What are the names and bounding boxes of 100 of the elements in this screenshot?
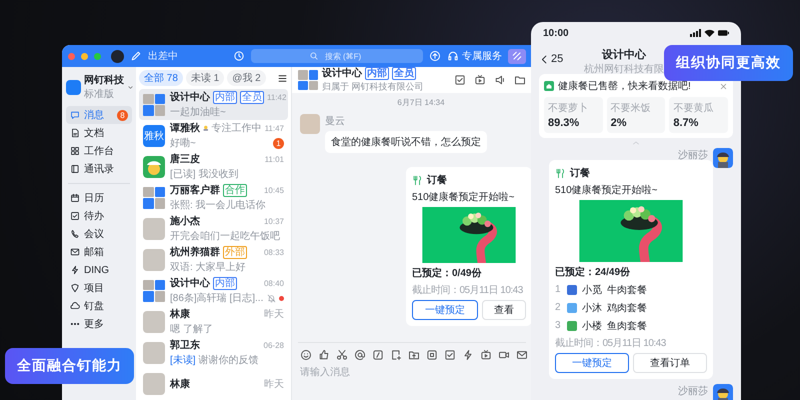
- chat-item[interactable]: 施小杰 10:37 开完会咱们一起吃午饭吧: [139, 213, 288, 244]
- chat-item[interactable]: 郭卫东 06-28 [未读] 谢谢你的反馈: [139, 337, 288, 368]
- signal-icon: [690, 29, 701, 37]
- nav-item[interactable]: 日历: [66, 189, 132, 207]
- avatar: 雅秋: [143, 124, 165, 146]
- service-button[interactable]: 专属服务: [447, 49, 502, 63]
- nav-item[interactable]: 通讯录: [66, 160, 132, 178]
- timestamp: 10:37: [264, 216, 284, 226]
- folder-icon[interactable]: [514, 74, 526, 86]
- chat-item[interactable]: 杭州养猫群 外部 08:33 双语: 大家早上好: [139, 244, 288, 275]
- mail-icon[interactable]: [516, 349, 528, 361]
- nav-item[interactable]: 消息 8: [66, 106, 132, 124]
- filter-tab[interactable]: 全部 78: [139, 70, 183, 86]
- app-button[interactable]: [508, 48, 526, 64]
- nav-item[interactable]: 文档: [66, 124, 132, 142]
- slash-box-icon[interactable]: [372, 349, 384, 361]
- sender-name: 曼云: [325, 115, 346, 128]
- stat-label: 不要黄瓜: [673, 102, 714, 115]
- chat-name: 谭雅秋: [170, 122, 200, 135]
- tag: 全员: [240, 90, 264, 104]
- notice-icon: [544, 81, 554, 91]
- view-button[interactable]: 查看: [482, 300, 526, 320]
- chat-item[interactable]: 唐三皮 11:01 [已读] 我没收到: [139, 151, 288, 182]
- sender-name: 沙丽莎: [678, 148, 708, 162]
- filter-tab[interactable]: 未读 1: [186, 70, 224, 86]
- chat-item[interactable]: 林康 昨天: [139, 368, 288, 399]
- chat-name: 林康: [170, 308, 190, 321]
- stat-label: 不要萝卜: [548, 102, 589, 115]
- nav-item[interactable]: 会议: [66, 225, 132, 243]
- scissors-icon[interactable]: [336, 349, 348, 361]
- cartoon-avatar-drawing: [713, 384, 733, 400]
- at-icon[interactable]: [354, 349, 366, 361]
- search-field[interactable]: 搜索 (⌘F): [251, 49, 423, 63]
- square-icon[interactable]: [426, 349, 438, 361]
- stat-value: 8.7%: [673, 117, 700, 129]
- back-button[interactable]: 25: [539, 53, 564, 65]
- slashes-icon: [511, 50, 523, 62]
- filter-tab[interactable]: @我 2: [227, 70, 266, 86]
- nav-item[interactable]: 工作台: [66, 142, 132, 160]
- conversation-title: 设计中心: [322, 66, 362, 80]
- rank-number: 3: [555, 320, 562, 331]
- meal-name: 牛肉套餐: [607, 284, 647, 296]
- group-avatar: [143, 94, 165, 116]
- user-avatar[interactable]: [111, 50, 124, 62]
- nav-item[interactable]: 更多: [66, 315, 132, 333]
- chat-item[interactable]: 设计中心 内部 全员 11:42 一起加油哇~: [139, 89, 288, 120]
- message-preview: 开完会咱们一起吃午饭吧: [170, 230, 280, 243]
- chat-item[interactable]: 万丽客户群 合作 10:45 张熙: 我一会儿电话你: [139, 182, 288, 213]
- message-preview: 双语: 大家早上好: [170, 260, 246, 274]
- lightning-icon[interactable]: [462, 349, 474, 361]
- caret-icon[interactable]: [127, 84, 134, 90]
- document-icon: [70, 128, 80, 138]
- nav-item[interactable]: 待办: [66, 207, 132, 225]
- menu-icon[interactable]: [277, 72, 288, 84]
- calendar-icon: [70, 193, 80, 203]
- message-preview: 我没收到: [198, 168, 239, 181]
- chat-item[interactable]: 雅秋 谭雅秋 专注工作中 11:47 好嘞~ 1: [139, 120, 288, 151]
- video-icon[interactable]: [498, 349, 510, 361]
- person-name: 小沐: [582, 302, 602, 314]
- chat-item[interactable]: 林康 昨天 嗯 了解了: [139, 306, 288, 337]
- view-button[interactable]: 查看订单: [633, 353, 707, 373]
- folder-upload-icon[interactable]: [408, 349, 420, 361]
- booked-count: 已预定：24/49份: [555, 265, 632, 279]
- meal-name: 鸡肉套餐: [607, 302, 647, 314]
- message-preview: [86条]高轩瑞 [日志]...: [170, 292, 264, 305]
- nav-item[interactable]: 钉盘: [66, 297, 132, 315]
- nav-item[interactable]: 项目: [66, 279, 132, 297]
- conversation-subtitle: 杭州网钉科技有限: [584, 62, 664, 76]
- nav-item[interactable]: DING: [66, 261, 132, 279]
- smiley-icon[interactable]: [300, 349, 312, 361]
- checkbox-icon[interactable]: [444, 349, 456, 361]
- avatar-photo: [143, 342, 165, 364]
- status-emoji-icon: [203, 123, 209, 133]
- message-input[interactable]: 请输入消息: [300, 367, 420, 378]
- message-icon: [70, 110, 80, 120]
- nav-item[interactable]: 邮箱: [66, 243, 132, 261]
- document-plus-icon[interactable]: [390, 349, 402, 361]
- upload-icon[interactable]: [429, 50, 441, 62]
- notice-text: 健康餐已售罄，快来看数据吧!: [558, 80, 691, 93]
- read-receipt: [已读]: [170, 168, 196, 181]
- message-preview: 一起加油哇~: [170, 106, 226, 119]
- reserve-button[interactable]: 一键预定: [555, 353, 629, 373]
- mail-icon: [70, 247, 80, 257]
- group-avatar: [298, 70, 318, 90]
- reserve-button[interactable]: 一键预定: [412, 300, 478, 320]
- chat-name: 万丽客户群: [170, 183, 220, 197]
- tag: 内部: [213, 276, 237, 290]
- thumbs-up-icon[interactable]: [318, 349, 330, 361]
- checkbox-icon[interactable]: [454, 74, 466, 86]
- history-icon[interactable]: [233, 50, 245, 62]
- tv-icon[interactable]: [474, 74, 486, 86]
- card-title: 订餐: [427, 174, 447, 187]
- close-icon[interactable]: [719, 82, 728, 90]
- chat-item[interactable]: 设计中心 内部 08:40 [86条]高轩瑞 [日志]...: [139, 275, 288, 306]
- stat-label: 不要米饭: [610, 102, 652, 115]
- person-name: 小楼: [582, 320, 602, 332]
- speaker-icon[interactable]: [494, 74, 506, 86]
- cartoon-avatar-drawing: [713, 148, 733, 168]
- tv-icon[interactable]: [480, 349, 492, 361]
- battery-icon: [718, 29, 729, 37]
